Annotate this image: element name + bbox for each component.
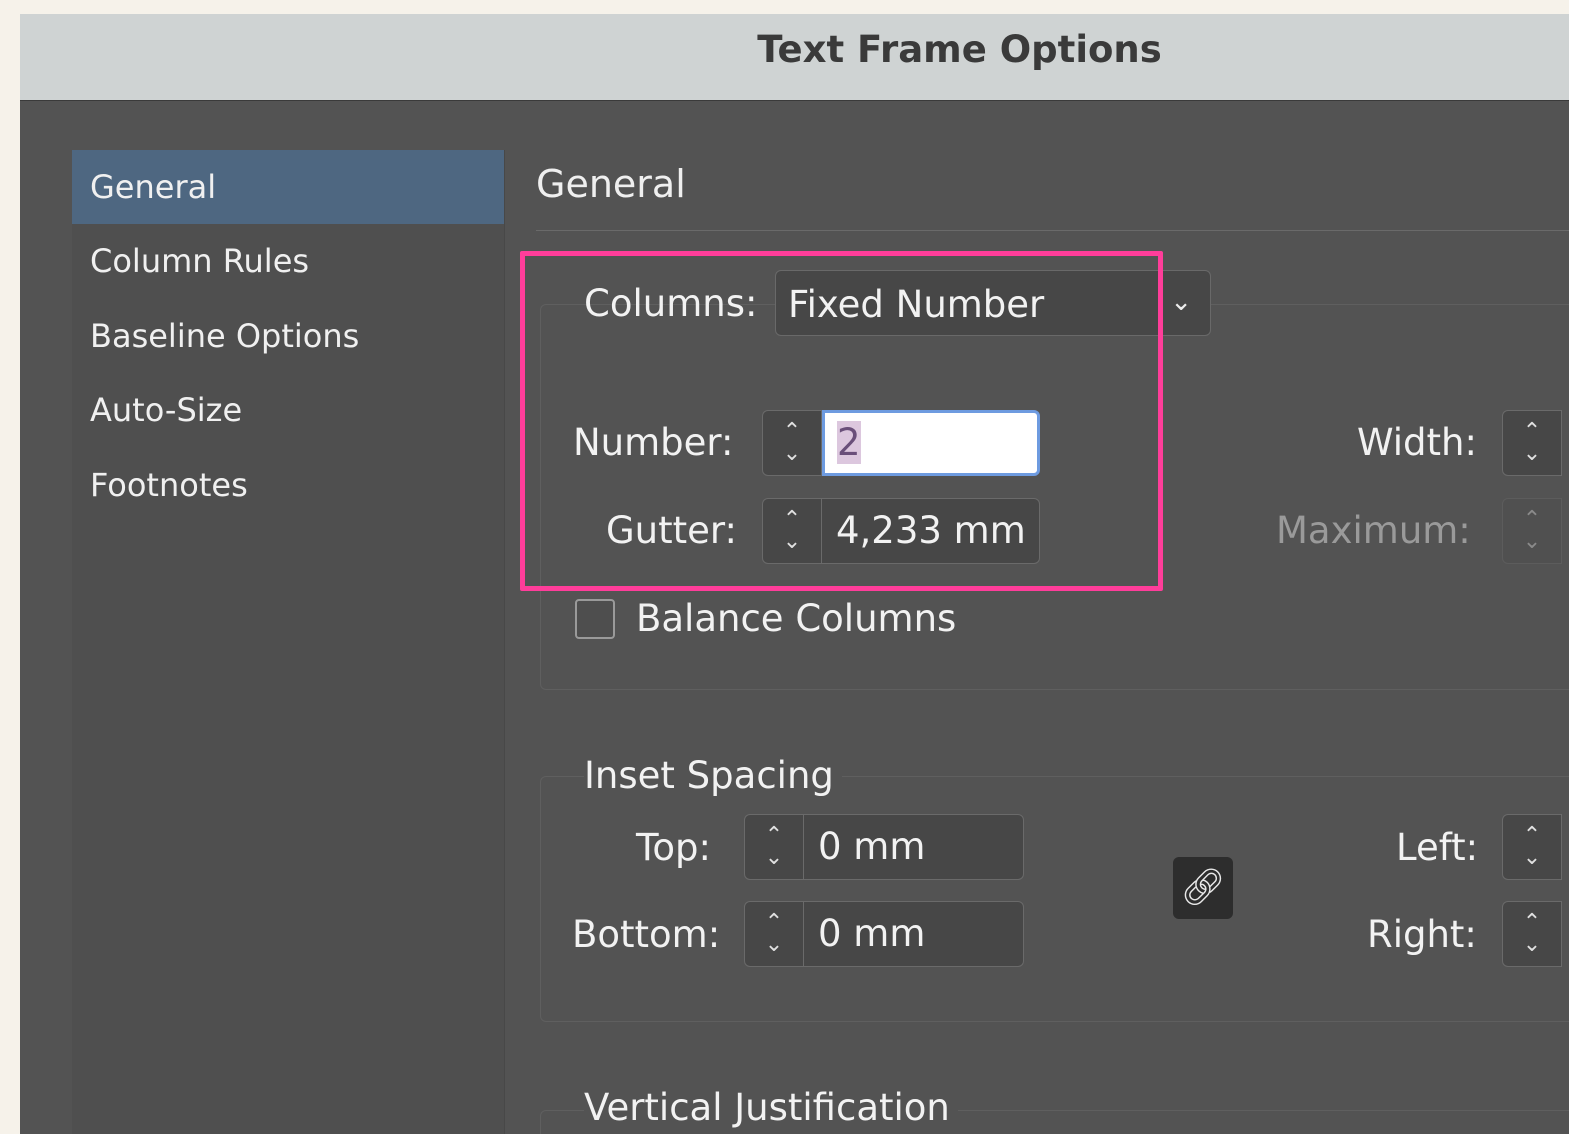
left-stepper[interactable]: ⌃ ⌄ — [1502, 814, 1562, 880]
sidebar-item-column-rules[interactable]: Column Rules — [72, 224, 504, 298]
stepper-up-icon: ⌃ — [1522, 419, 1542, 444]
stepper-down-icon: ⌄ — [764, 932, 784, 957]
width-label: Width: — [1357, 421, 1477, 464]
dialog-title: Text Frame Options — [757, 28, 1162, 71]
inset-spacing-title: Inset Spacing — [584, 754, 842, 797]
top-label: Top: — [636, 826, 711, 869]
annotation-highlight-box — [520, 251, 1163, 591]
top-input[interactable]: 0 mm — [804, 814, 1024, 880]
sidebar-item-footnotes[interactable]: Footnotes — [72, 448, 504, 522]
stepper-up-icon: ⌃ — [764, 910, 784, 935]
right-stepper[interactable]: ⌃ ⌄ — [1502, 901, 1562, 967]
title-bar: Text Frame Options — [20, 14, 1569, 101]
vertical-justification-title: Vertical Justification — [584, 1086, 958, 1129]
top-stepper[interactable]: ⌃ ⌄ — [744, 814, 804, 880]
bottom-input[interactable]: 0 mm — [804, 901, 1024, 967]
balance-columns-checkbox[interactable] — [575, 599, 615, 639]
chain-link-icon[interactable]: 🔗︎ — [1173, 857, 1233, 919]
left-label: Left: — [1396, 826, 1479, 869]
sidebar-item-general[interactable]: General — [72, 150, 504, 224]
text-frame-options-dialog: Text Frame Options General Column Rules … — [20, 14, 1569, 1134]
chevron-down-icon: ⌄ — [1170, 287, 1192, 317]
bottom-label: Bottom: — [572, 913, 721, 956]
balance-columns-label[interactable]: Balance Columns — [636, 597, 956, 640]
stepper-down-icon: ⌄ — [1522, 932, 1542, 957]
stepper-down-icon: ⌄ — [764, 845, 784, 870]
panel-title: General — [536, 162, 686, 206]
maximum-label: Maximum: — [1276, 509, 1471, 552]
stepper-up-icon: ⌃ — [1522, 507, 1542, 532]
inset-spacing-group-box — [540, 776, 1569, 1022]
sidebar-item-baseline-options[interactable]: Baseline Options — [72, 299, 504, 373]
stepper-up-icon: ⌃ — [1522, 910, 1542, 935]
sidebar: General Column Rules Baseline Options Au… — [72, 150, 505, 1134]
maximum-stepper: ⌃ ⌄ — [1502, 498, 1562, 564]
stepper-down-icon: ⌄ — [1522, 441, 1542, 466]
sidebar-item-auto-size[interactable]: Auto-Size — [72, 373, 504, 447]
stepper-up-icon: ⌃ — [1522, 823, 1542, 848]
stepper-down-icon: ⌄ — [1522, 845, 1542, 870]
title-divider — [536, 230, 1569, 231]
bottom-stepper[interactable]: ⌃ ⌄ — [744, 901, 804, 967]
right-label: Right: — [1367, 913, 1477, 956]
width-stepper[interactable]: ⌃ ⌄ — [1502, 410, 1562, 476]
stepper-down-icon: ⌄ — [1522, 529, 1542, 554]
stepper-up-icon: ⌃ — [764, 823, 784, 848]
